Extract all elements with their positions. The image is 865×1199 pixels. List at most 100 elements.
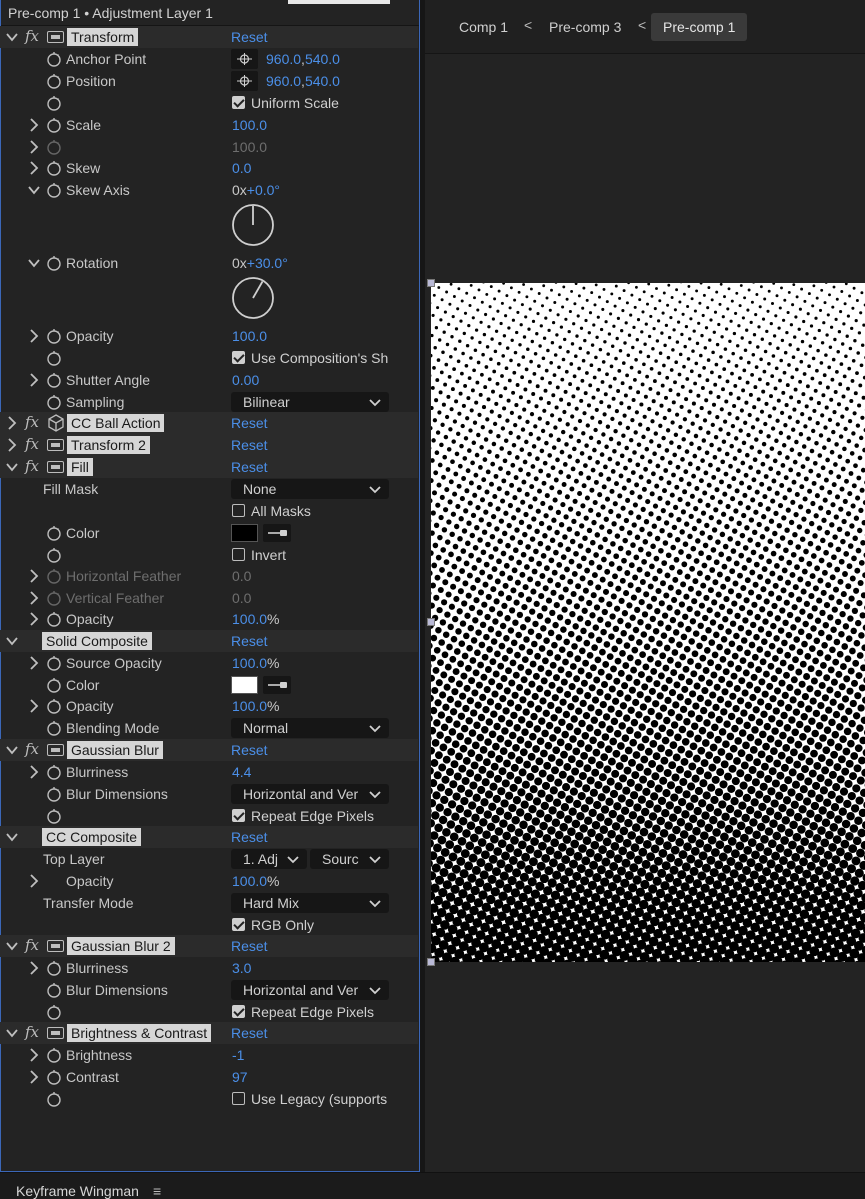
rotation-dial[interactable] bbox=[231, 276, 275, 320]
property-value[interactable]: 100.0% bbox=[232, 610, 280, 628]
reset-link[interactable]: Reset bbox=[231, 1024, 268, 1042]
twirl-closed-icon[interactable] bbox=[28, 591, 40, 605]
stopwatch-icon[interactable] bbox=[46, 350, 62, 366]
header-field[interactable] bbox=[288, 0, 390, 4]
scale-row[interactable]: Scale 100.0 bbox=[0, 114, 418, 136]
effect-cc-composite[interactable]: CC Composite Reset bbox=[0, 826, 418, 848]
stopwatch-icon[interactable] bbox=[46, 328, 62, 344]
twirl-closed-icon[interactable] bbox=[28, 874, 40, 888]
effect-gaussian-blur-2[interactable]: fx Gaussian Blur 2 Reset bbox=[0, 935, 418, 957]
fx-toggle-icon[interactable]: fx bbox=[25, 740, 39, 758]
breadcrumb-pre-comp-1[interactable]: Pre-comp 1 bbox=[651, 13, 748, 41]
stopwatch-icon[interactable] bbox=[46, 1047, 62, 1063]
property-value[interactable]: 0.0 bbox=[232, 159, 251, 177]
cc-opacity-row[interactable]: Opacity 100.0% bbox=[0, 870, 418, 892]
effect-name[interactable]: Solid Composite bbox=[42, 632, 152, 650]
twirl-open-icon[interactable] bbox=[28, 183, 40, 197]
rgb-only-checkbox[interactable] bbox=[232, 918, 245, 931]
solid-color-swatch[interactable] bbox=[231, 676, 258, 694]
solid-opacity-row[interactable]: Opacity 100.0% bbox=[0, 695, 418, 717]
effect-gaussian-blur[interactable]: fx Gaussian Blur Reset bbox=[0, 739, 418, 761]
effect-brightness-contrast[interactable]: fx Brightness & Contrast Reset bbox=[0, 1022, 418, 1044]
contrast-row[interactable]: Contrast 97 bbox=[0, 1066, 418, 1088]
stopwatch-icon[interactable] bbox=[46, 764, 62, 780]
property-value[interactable]: 97 bbox=[232, 1068, 248, 1086]
layer-handle-mid-left[interactable] bbox=[427, 618, 435, 626]
stopwatch-icon[interactable] bbox=[46, 95, 62, 111]
top-layer-row[interactable]: Top Layer 1. Adj Sourc bbox=[0, 848, 418, 870]
repeat-edge-2-row[interactable]: Repeat Edge Pixels bbox=[0, 1001, 418, 1023]
effect-name[interactable]: Transform bbox=[67, 28, 139, 46]
uniform-scale-checkbox[interactable] bbox=[232, 96, 245, 109]
anchor-point-value[interactable]: 960.0,540.0 bbox=[266, 50, 340, 68]
panel-menu-icon[interactable]: ≡ bbox=[153, 1183, 161, 1199]
twirl-closed-icon[interactable] bbox=[6, 416, 18, 430]
twirl-open-icon[interactable] bbox=[6, 460, 18, 474]
stopwatch-icon[interactable] bbox=[46, 698, 62, 714]
position-crosshair-icon[interactable] bbox=[231, 71, 258, 91]
source-opacity-row[interactable]: Source Opacity 100.0% bbox=[0, 652, 418, 674]
stopwatch-icon[interactable] bbox=[46, 1069, 62, 1085]
stopwatch-icon[interactable] bbox=[46, 677, 62, 693]
use-comp-shutter-checkbox[interactable] bbox=[232, 351, 245, 364]
twirl-open-icon[interactable] bbox=[6, 830, 18, 844]
effect-transform-2[interactable]: fx Transform 2 Reset bbox=[0, 434, 418, 456]
fill-color-row[interactable]: Color bbox=[0, 522, 418, 544]
top-layer-source-dropdown[interactable]: Sourc bbox=[310, 849, 389, 869]
fx-toggle-icon[interactable]: fx bbox=[25, 413, 39, 431]
fx-toggle-icon[interactable]: fx bbox=[25, 457, 39, 475]
stopwatch-icon[interactable] bbox=[46, 1004, 62, 1020]
effect-transform[interactable]: fx Transform Reset bbox=[0, 26, 418, 48]
anchor-point-row[interactable]: Anchor Point 960.0,540.0 bbox=[0, 48, 418, 70]
use-legacy-checkbox[interactable] bbox=[232, 1092, 245, 1105]
stopwatch-icon[interactable] bbox=[46, 960, 62, 976]
fx-toggle-icon[interactable]: fx bbox=[25, 27, 39, 45]
effect-name[interactable]: Brightness & Contrast bbox=[67, 1024, 212, 1042]
position-value[interactable]: 960.0,540.0 bbox=[266, 72, 340, 90]
effect-cc-ball-action[interactable]: fx CC Ball Action Reset bbox=[0, 412, 418, 434]
stopwatch-icon[interactable] bbox=[46, 160, 62, 176]
blur-dimensions-2-dropdown[interactable]: Horizontal and Ver bbox=[231, 980, 389, 1000]
twirl-closed-icon[interactable] bbox=[28, 161, 40, 175]
invert-checkbox[interactable] bbox=[232, 548, 245, 561]
stopwatch-icon[interactable] bbox=[46, 525, 62, 541]
twirl-closed-icon[interactable] bbox=[28, 1048, 40, 1062]
stopwatch-icon[interactable] bbox=[46, 982, 62, 998]
fx-toggle-icon[interactable]: fx bbox=[25, 435, 39, 453]
reset-link[interactable]: Reset bbox=[231, 414, 268, 432]
property-value[interactable]: 3.0 bbox=[232, 959, 251, 977]
twirl-closed-icon[interactable] bbox=[28, 699, 40, 713]
stopwatch-icon[interactable] bbox=[46, 255, 62, 271]
skew-axis-dial[interactable] bbox=[231, 203, 275, 247]
reset-link[interactable]: Reset bbox=[231, 28, 268, 46]
effect-name[interactable]: Gaussian Blur 2 bbox=[67, 937, 175, 955]
stopwatch-icon[interactable] bbox=[46, 372, 62, 388]
layer-handle-top-left[interactable] bbox=[427, 279, 435, 287]
stopwatch-icon[interactable] bbox=[46, 547, 62, 563]
repeat-edge-pixels-2-checkbox[interactable] bbox=[232, 1005, 245, 1018]
anchor-point-crosshair-icon[interactable] bbox=[231, 49, 258, 69]
twirl-closed-icon[interactable] bbox=[28, 656, 40, 670]
effect-name[interactable]: CC Ball Action bbox=[67, 414, 165, 432]
blurriness-2-row[interactable]: Blurriness 3.0 bbox=[0, 957, 418, 979]
stopwatch-icon[interactable] bbox=[46, 1091, 62, 1107]
uniform-scale-row[interactable]: Uniform Scale bbox=[0, 92, 418, 114]
twirl-open-icon[interactable] bbox=[28, 256, 40, 270]
stopwatch-icon[interactable] bbox=[46, 786, 62, 802]
blurriness-row[interactable]: Blurriness 4.4 bbox=[0, 761, 418, 783]
effect-name[interactable]: Fill bbox=[67, 458, 93, 476]
effect-name[interactable]: CC Composite bbox=[42, 828, 142, 846]
sampling-row[interactable]: Sampling Bilinear bbox=[0, 391, 418, 413]
top-layer-dropdown[interactable]: 1. Adj bbox=[231, 849, 307, 869]
composition-viewer[interactable] bbox=[431, 283, 865, 962]
blending-mode-dropdown[interactable]: Normal bbox=[231, 718, 389, 738]
blending-mode-row[interactable]: Blending Mode Normal bbox=[0, 717, 418, 739]
twirl-closed-icon[interactable] bbox=[28, 612, 40, 626]
horizontal-feather-row[interactable]: Horizontal Feather 0.0 bbox=[0, 565, 418, 587]
fx-toggle-icon[interactable]: fx bbox=[25, 1023, 39, 1041]
layer-handle-bottom-left[interactable] bbox=[427, 958, 435, 966]
angle-value[interactable]: 0x+30.0° bbox=[232, 254, 288, 272]
angle-value[interactable]: 0x+0.0° bbox=[232, 181, 280, 199]
transfer-mode-row[interactable]: Transfer Mode Hard Mix bbox=[0, 892, 418, 914]
stopwatch-icon[interactable] bbox=[46, 611, 62, 627]
